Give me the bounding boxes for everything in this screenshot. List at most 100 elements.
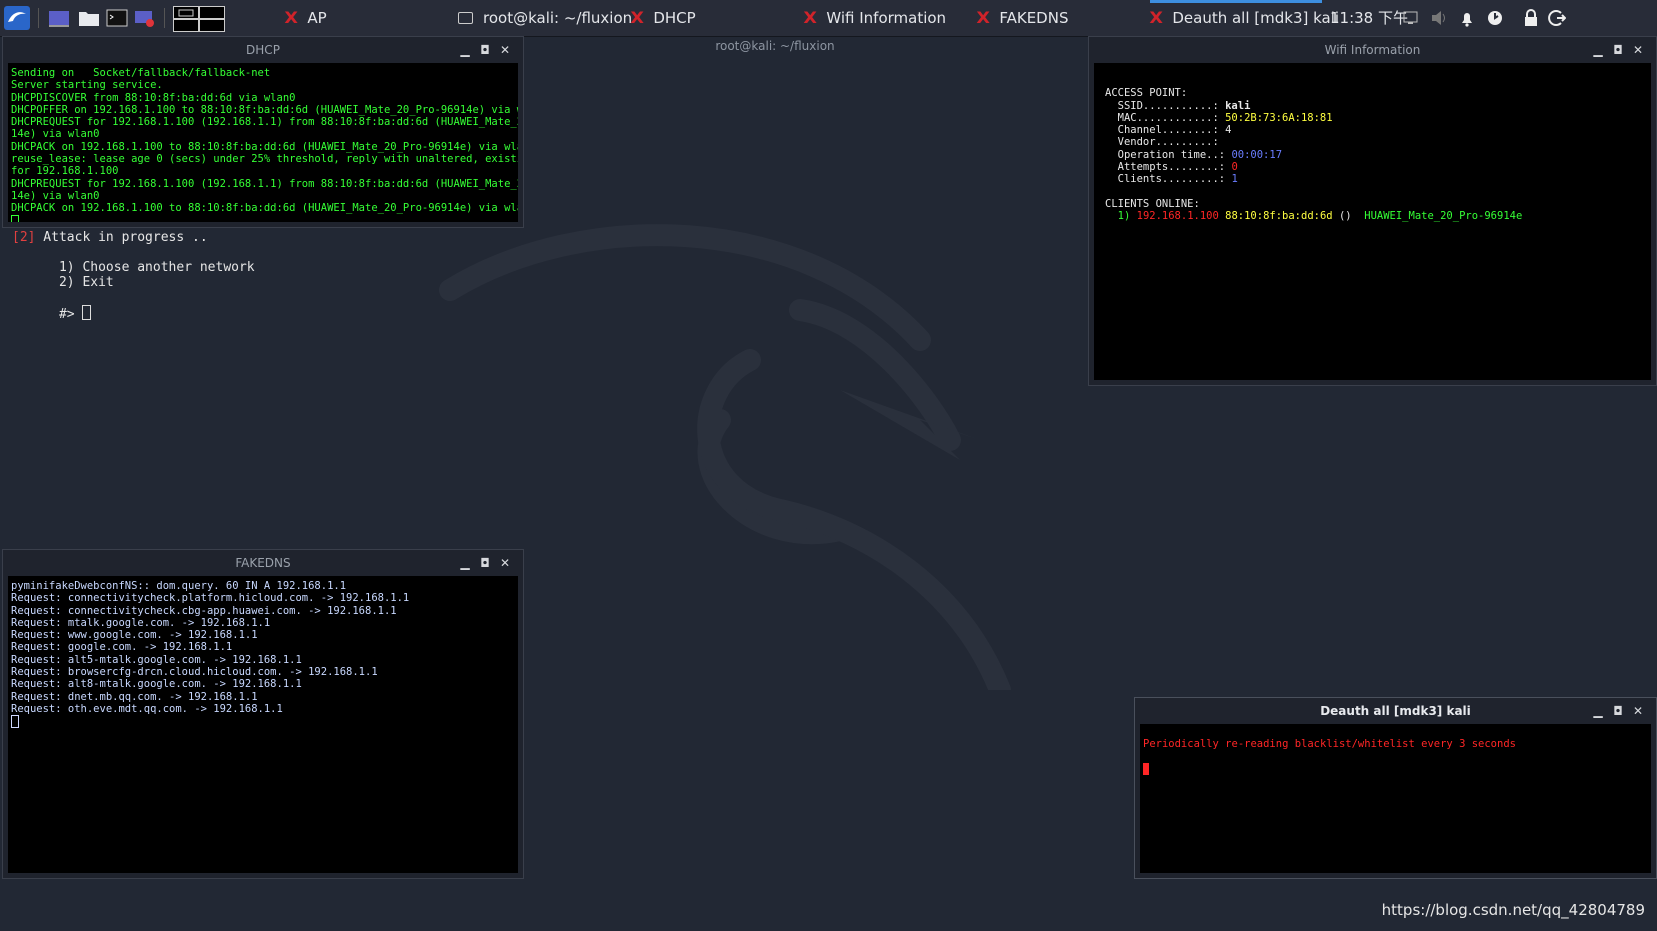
text-cursor[interactable]	[82, 305, 92, 320]
window-title: FAKEDNS	[235, 556, 291, 570]
maximize-icon[interactable]: ◘	[1608, 37, 1628, 63]
volume-icon[interactable]	[1430, 0, 1448, 36]
log-line: Server starting service.	[11, 79, 163, 92]
task-label: FAKEDNS	[999, 9, 1069, 27]
log-line: for 192.168.1.100	[11, 165, 119, 178]
text-cursor	[1143, 762, 1149, 775]
x-icon: X	[803, 8, 817, 27]
terminal-icon	[458, 12, 473, 24]
x-icon: X	[1149, 8, 1163, 27]
log-line: DHCPACK on 192.168.1.100 to 88:10:8f:ba:…	[11, 202, 518, 215]
window-title: Wifi Information	[1324, 43, 1421, 57]
taskbar-separator	[164, 8, 165, 28]
task-label: Deauth all [mdk3] kali	[1172, 9, 1340, 27]
log-line: Request: alt5-mtalk.google.com. -> 192.1…	[11, 653, 302, 666]
terminal-launcher-icon[interactable]	[106, 6, 128, 30]
fakedns-log[interactable]: pyminifakeDwebconfNS:: dom.query. 60 IN …	[8, 576, 518, 873]
log-line: Request: mtalk.google.com. -> 192.168.1.…	[11, 616, 271, 629]
menu-option-choose-network[interactable]: 1) Choose another network	[59, 260, 255, 275]
close-icon[interactable]: ✕	[1628, 698, 1648, 724]
clock[interactable]: 11:38 下午	[1330, 0, 1408, 36]
log-line: Request: connectivitycheck.cbg-app.huawe…	[11, 604, 397, 617]
client-paren: ()	[1338, 210, 1352, 223]
client-ip: 192.168.1.100	[1136, 210, 1219, 223]
fluxion-terminal-output[interactable]: [2] Attack in progress .. 1) Choose anot…	[12, 230, 255, 322]
deauth-message: Periodically re-reading blacklist/whitel…	[1143, 738, 1516, 750]
log-line: pyminifakeDwebconfNS:: dom.query. 60 IN …	[11, 580, 347, 592]
dhcp-window[interactable]: DHCP ▁ ◘ ✕ Sending on Socket/fallback/fall…	[2, 36, 524, 228]
log-line: Request: connectivitycheck.platform.hicl…	[11, 592, 410, 605]
deauth-window[interactable]: Deauth all [mdk3] kali ▁ ◘ ✕ Periodically …	[1134, 697, 1657, 879]
task-label: AP	[307, 9, 327, 27]
taskbar-separator	[38, 8, 39, 28]
task-deauth[interactable]: X Deauth all [mdk3] kali	[1149, 0, 1339, 36]
task-dhcp[interactable]: X DHCP	[630, 0, 791, 36]
close-icon[interactable]: ✕	[1628, 37, 1648, 63]
x-icon: X	[976, 8, 990, 27]
workspace-switcher[interactable]	[173, 6, 225, 32]
menu-option-exit[interactable]: 2) Exit	[59, 275, 114, 290]
clients-online-header: CLIENTS ONLINE:	[1105, 197, 1200, 210]
task-ap[interactable]: X AP	[284, 0, 445, 36]
maximize-icon[interactable]: ◘	[475, 550, 495, 576]
window-controls: ▁ ◘ ✕	[455, 550, 515, 576]
log-line: Request: oth.eve.mdt.qq.com. -> 192.168.…	[11, 702, 283, 715]
window-controls: ▁ ◘ ✕	[1588, 698, 1648, 724]
maximize-icon[interactable]: ◘	[1608, 698, 1628, 724]
taskbar: X AP root@kali: ~/fluxion X DHCP X Wifi Inf…	[0, 0, 1657, 37]
logout-icon[interactable]	[1548, 0, 1567, 36]
lock-screen-icon[interactable]	[1523, 0, 1539, 36]
screen-recorder-icon[interactable]	[134, 6, 156, 30]
log-line: Request: google.com. -> 192.168.1.1	[11, 641, 233, 654]
log-line: DHCPREQUEST for 192.168.1.100 (192.168.1…	[11, 177, 518, 190]
prompt: #>	[58, 307, 83, 322]
display-icon[interactable]	[1403, 0, 1419, 36]
clients-value: 1	[1231, 173, 1238, 186]
deauth-output[interactable]: Periodically re-reading blacklist/whitel…	[1140, 724, 1651, 873]
desktop-icon[interactable]	[48, 6, 70, 30]
minimize-icon[interactable]: ▁	[455, 550, 475, 576]
task-wifi-information[interactable]: X Wifi Information	[803, 0, 969, 36]
log-line: 14e) via wlan0	[11, 189, 100, 202]
window-title: DHCP	[246, 43, 280, 57]
task-label: DHCP	[653, 9, 696, 27]
wifi-info-output[interactable]: ACCESS POINT: SSID...........: kali MAC.…	[1094, 63, 1651, 380]
fakedns-window[interactable]: FAKEDNS ▁ ◘ ✕ pyminifakeDwebconfNS:: dom.q…	[2, 549, 524, 879]
log-line: 14e) via wlan0	[11, 128, 100, 141]
notification-bell-icon[interactable]	[1459, 0, 1475, 36]
client-index: 1)	[1105, 210, 1131, 223]
minimize-icon[interactable]: ▁	[1588, 37, 1608, 63]
step-number: 2	[19, 230, 28, 245]
power-manager-icon[interactable]	[1486, 0, 1504, 36]
x-icon: X	[630, 8, 644, 27]
maximize-icon[interactable]: ◘	[475, 37, 495, 63]
log-line: Sending on Socket/fallback/fallback-net	[11, 67, 271, 79]
minimize-icon[interactable]: ▁	[455, 37, 475, 63]
access-point-header: ACCESS POINT:	[1105, 87, 1188, 100]
wifi-information-window[interactable]: Wifi Information ▁ ◘ ✕ ACCESS POINT: SSID.…	[1088, 36, 1657, 386]
close-icon[interactable]: ✕	[495, 37, 515, 63]
kali-menu-icon[interactable]	[4, 6, 30, 30]
ssid-label: SSID...........:	[1105, 99, 1226, 112]
log-line: DHCPDISCOVER from 88:10:8f:ba:dd:6d via …	[11, 91, 296, 104]
bracket: [	[12, 230, 20, 245]
attempts-value: 0	[1231, 161, 1238, 174]
task-label: Wifi Information	[826, 9, 947, 27]
ssid-value: kali	[1225, 99, 1251, 112]
channel-label: Channel........:	[1105, 124, 1226, 137]
task-fluxion-terminal[interactable]: root@kali: ~/fluxion	[458, 0, 632, 36]
log-line: Request: www.google.com. -> 192.168.1.1	[11, 629, 258, 642]
text-cursor	[11, 715, 19, 729]
file-manager-icon[interactable]	[78, 6, 100, 30]
channel-value: 4	[1225, 124, 1232, 137]
dhcp-log[interactable]: Sending on Socket/fallback/fallback-net …	[8, 63, 518, 222]
task-fakedns[interactable]: X FAKEDNS	[976, 0, 1137, 36]
client-name: HUAWEI_Mate_20_Pro-96914e	[1364, 210, 1523, 223]
log-line: DHCPACK on 192.168.1.100 to 88:10:8f:ba:…	[11, 140, 518, 153]
task-label: root@kali: ~/fluxion	[483, 9, 633, 27]
window-controls: ▁ ◘ ✕	[455, 37, 515, 63]
log-line: DHCPOFFER on 192.168.1.100 to 88:10:8f:b…	[11, 103, 518, 116]
fluxion-terminal-title: root@kali: ~/fluxion	[715, 39, 835, 53]
close-icon[interactable]: ✕	[495, 550, 515, 576]
minimize-icon[interactable]: ▁	[1588, 698, 1608, 724]
